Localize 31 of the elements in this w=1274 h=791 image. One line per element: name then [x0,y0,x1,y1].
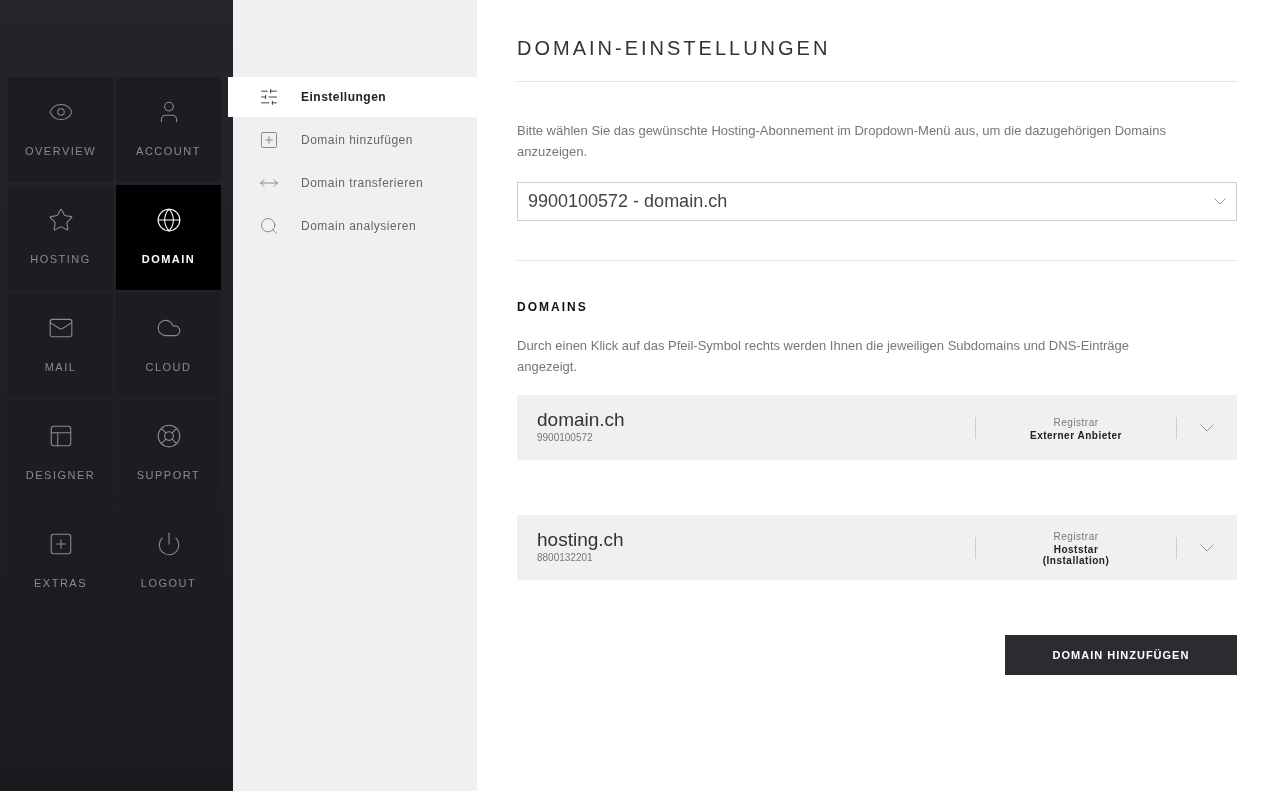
registrar-value: Externer Anbieter [1029,429,1122,441]
registrar-value: Hoststar [1053,544,1099,555]
submenu-item[interactable]: Einstellungen [228,77,477,117]
submenu-item[interactable]: Domain transferieren [233,163,477,203]
nav-tile[interactable]: DOMAIN [116,185,221,290]
submenu-item[interactable]: Domain analysieren [233,206,477,246]
chevron-down-icon [1200,423,1214,432]
section-heading: DOMAINS [517,299,589,316]
registrar-label: Registrar [1053,415,1099,430]
domain-name: domain.ch [537,410,626,430]
globe-icon [155,207,182,234]
domain-number: 8800132201 [537,551,594,565]
registrar-label: Registrar [1053,530,1099,544]
subscription-dropdown[interactable]: 9900100572 - domain.ch [517,182,1237,221]
sliders-icon [259,87,279,107]
nav-tile[interactable]: HOSTING [8,185,113,290]
chevron-down-icon [1214,198,1226,205]
chevron-down-icon [1200,543,1214,552]
submenu-item[interactable]: Domain hinzufügen [233,120,477,160]
hint-text: Durch einen Klick auf das Pfeil-Symbol rechts werden Ihnen die jeweiligen Subdomains und DNS-Einträge angezeigt. [517,337,1131,376]
registrar-value: (Installation) [1042,555,1110,566]
search-icon [259,216,279,236]
plus-square-icon [259,130,279,150]
intro-text: Bitte wählen Sie das gewünschte Hosting-Abonnement im Dropdown-Menü aus, um die dazugehörigen Domains anzuzeigen. [517,122,1167,161]
add-domain-button[interactable]: DOMAIN HINZUFÜGEN [1005,635,1237,675]
domain-name: hosting.ch [537,530,625,550]
domain-number: 9900100572 [537,431,594,445]
nav-tile[interactable]: ACCOUNT [116,77,221,182]
lifebuoy-icon [155,423,182,450]
nav-tile[interactable]: OVERVIEW [8,77,113,182]
page-title: DOMAIN-EINSTELLUNGEN [517,0,1237,82]
